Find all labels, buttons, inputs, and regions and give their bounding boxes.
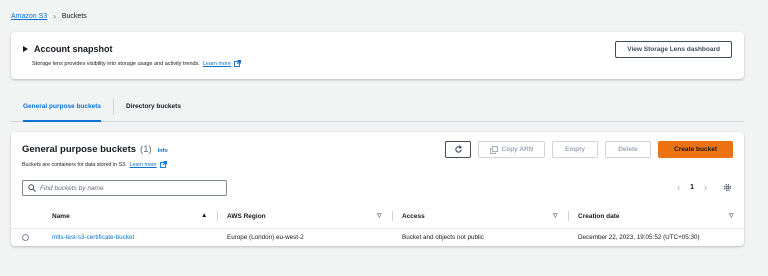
column-header-access[interactable]: Access xyxy=(402,208,425,224)
sort-icon[interactable]: ▽ xyxy=(729,212,734,219)
column-header-region[interactable]: AWS Region xyxy=(227,208,266,224)
column-header-name[interactable]: Name xyxy=(52,208,70,224)
bucket-actions: Copy ARN Empty Delete Create bucket xyxy=(445,141,733,158)
gear-icon[interactable] xyxy=(723,183,732,192)
caret-right-icon xyxy=(23,46,28,52)
sort-icon[interactable]: ▽ xyxy=(553,212,558,219)
account-snapshot-panel: Account snapshot Storage lens provides v… xyxy=(11,32,744,79)
account-snapshot-description: Storage lens provides visibility into st… xyxy=(32,60,241,67)
snapshot-description-text: Storage lens provides visibility into st… xyxy=(32,60,200,67)
page-number[interactable]: 1 xyxy=(690,184,694,191)
row-select xyxy=(22,229,29,245)
chevron-right-icon: › xyxy=(53,12,56,21)
panel-description-text: Buckets are containers for data stored i… xyxy=(22,161,127,168)
empty-button[interactable]: Empty xyxy=(552,141,598,158)
account-snapshot-title: Account snapshot xyxy=(34,44,113,54)
general-purpose-buckets-panel: General purpose buckets (1) Info Buckets… xyxy=(11,132,744,246)
bucket-creation-date: December 22, 2023, 19:05:52 (UTC+05:30) xyxy=(578,233,700,241)
refresh-button[interactable] xyxy=(445,141,471,158)
breadcrumb: Amazon S3 › Buckets xyxy=(11,12,87,21)
external-link-icon xyxy=(159,161,167,168)
snapshot-learn-more-link[interactable]: Learn more xyxy=(203,61,231,67)
column-header-creation-date[interactable]: Creation date xyxy=(578,208,620,224)
bucket-name-cell: mtls-test-s3-certificate-bucket xyxy=(52,229,134,245)
view-storage-lens-dashboard-button[interactable]: View Storage Lens dashboard xyxy=(615,41,732,58)
create-bucket-button[interactable]: Create bucket xyxy=(658,141,733,158)
table-row[interactable]: mtls-test-s3-certificate-bucket Europe (… xyxy=(11,228,744,244)
row-radio[interactable] xyxy=(22,233,29,241)
info-link[interactable]: Info xyxy=(158,148,168,154)
bucket-region: Europe (London) eu-west-2 xyxy=(227,233,304,241)
bucket-type-tabs: General purpose buckets Directory bucket… xyxy=(11,92,744,122)
tab-directory-buckets[interactable]: Directory buckets xyxy=(114,92,193,121)
pagination: ‹ 1 › xyxy=(677,182,732,192)
column-divider[interactable] xyxy=(392,211,393,221)
copy-arn-button[interactable]: Copy ARN xyxy=(478,141,545,158)
copy-arn-label: Copy ARN xyxy=(501,146,534,153)
delete-button[interactable]: Delete xyxy=(605,141,651,158)
panel-title: General purpose buckets (1) Info xyxy=(22,144,168,155)
external-link-icon xyxy=(234,60,241,67)
column-divider[interactable] xyxy=(217,211,218,221)
search-icon xyxy=(28,184,36,192)
column-divider[interactable] xyxy=(568,211,569,221)
chevron-right-icon[interactable]: › xyxy=(704,182,707,192)
chevron-left-icon[interactable]: ‹ xyxy=(677,182,680,192)
panel-learn-more-link[interactable]: Learn more xyxy=(130,162,157,168)
tab-general-purpose-buckets[interactable]: General purpose buckets xyxy=(11,92,113,122)
breadcrumb-current: Buckets xyxy=(61,13,87,20)
refresh-icon xyxy=(454,145,462,153)
panel-description: Buckets are containers for data stored i… xyxy=(22,161,167,168)
bucket-count: (1) xyxy=(140,144,152,155)
table-header: Name ▲ AWS Region ▽ Access ▽ Creation da… xyxy=(11,208,744,224)
account-snapshot-toggle[interactable]: Account snapshot xyxy=(23,44,113,54)
panel-title-text: General purpose buckets xyxy=(22,144,137,155)
search-field[interactable] xyxy=(22,180,227,196)
sort-icon[interactable]: ▽ xyxy=(377,212,382,219)
bucket-name-link[interactable]: mtls-test-s3-certificate-bucket xyxy=(52,234,134,241)
sort-ascending-icon[interactable]: ▲ xyxy=(201,212,207,219)
search-input[interactable] xyxy=(40,184,220,192)
copy-icon xyxy=(489,145,498,154)
breadcrumb-amazon-s3-link[interactable]: Amazon S3 xyxy=(11,13,47,20)
bucket-access: Bucket and objects not public xyxy=(402,233,484,241)
